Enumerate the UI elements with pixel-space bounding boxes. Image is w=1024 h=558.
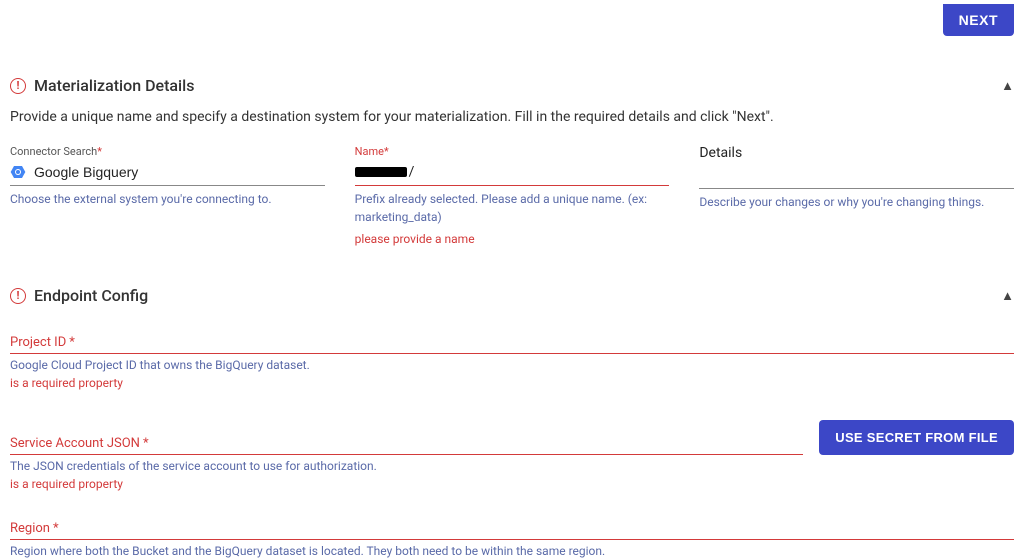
service-account-field: Service Account JSON* USE SECRET FROM FI… [10,420,1014,491]
connector-search-input-line[interactable] [10,162,325,186]
name-suffix: / [409,164,415,180]
materialization-section-header[interactable]: ! Materialization Details ▲ [10,76,1014,95]
details-input-line[interactable] [699,165,1014,189]
name-prefix-redacted [355,167,407,177]
details-field: Details Describe your changes or why you… [699,145,1014,246]
region-help: Region where both the Bucket and the Big… [10,544,1014,558]
region-field: Region* Region where both the Bucket and… [10,521,1014,558]
endpoint-title: Endpoint Config [34,286,148,305]
name-help: Prefix already selected. Please add a un… [355,190,670,226]
project-id-field: Project ID* Google Cloud Project ID that… [10,335,1014,390]
use-secret-from-file-button[interactable]: USE SECRET FROM FILE [819,420,1014,455]
project-id-error: is a required property [10,376,1014,390]
region-input[interactable]: Region* [10,521,1014,540]
materialization-description: Provide a unique name and specify a dest… [10,109,1014,125]
materialization-title: Materialization Details [34,76,194,95]
name-label: Name* [355,145,670,158]
connector-search-field: Connector Search* Choose the external sy… [10,145,325,246]
connector-search-label: Connector Search* [10,145,325,158]
endpoint-section-header[interactable]: ! Endpoint Config ▲ [10,286,1014,305]
service-account-help: The JSON credentials of the service acco… [10,459,1014,473]
name-field: Name* / Prefix already selected. Please … [355,145,670,246]
connector-search-help: Choose the external system you're connec… [10,190,325,208]
name-error: please provide a name [355,232,670,246]
next-button[interactable]: NEXT [943,4,1014,36]
name-input-line[interactable]: / [355,162,670,186]
service-account-error: is a required property [10,477,1014,491]
service-account-input[interactable]: Service Account JSON* [10,436,803,455]
chevron-up-icon: ▲ [1001,288,1014,304]
warning-icon: ! [10,288,26,304]
details-help: Describe your changes or why you're chan… [699,193,1014,211]
warning-icon: ! [10,78,26,94]
chevron-up-icon: ▲ [1001,78,1014,94]
project-id-help: Google Cloud Project ID that owns the Bi… [10,358,1014,372]
details-input[interactable] [699,167,1014,183]
connector-search-input[interactable] [34,164,325,180]
details-label: Details [699,145,1014,161]
bigquery-icon [10,164,26,180]
project-id-input[interactable]: Project ID* [10,335,1014,354]
